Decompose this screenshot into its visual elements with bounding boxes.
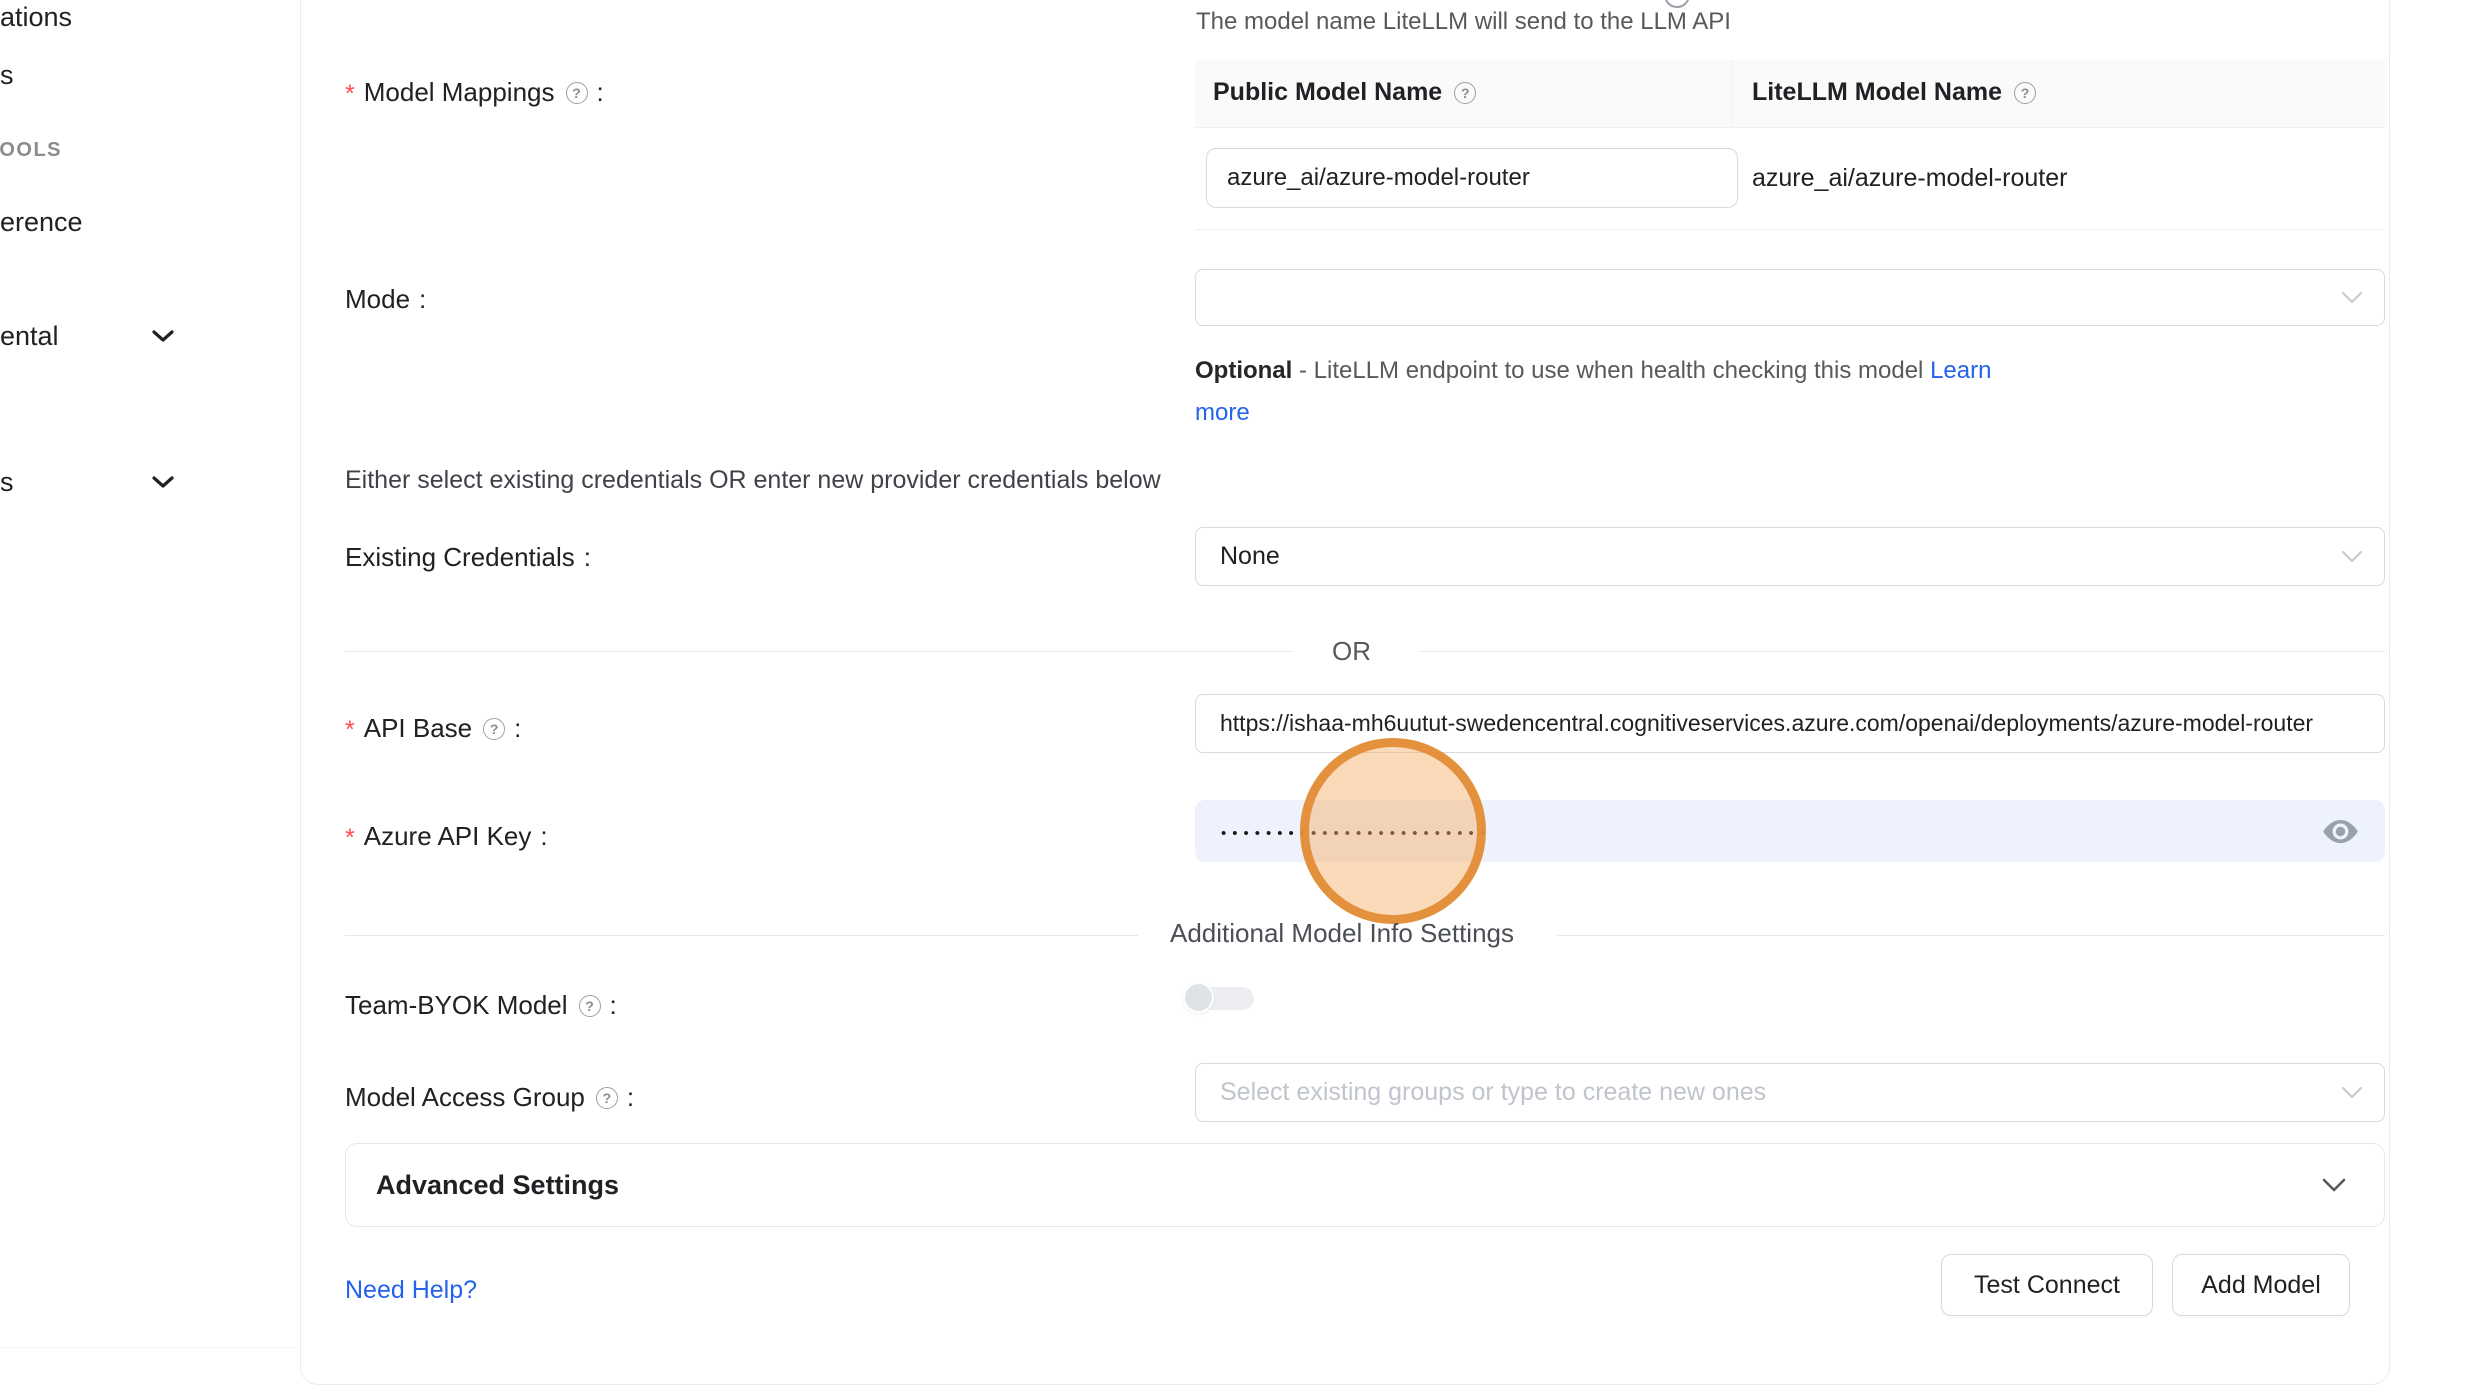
additional-divider-line-left [345,935,1138,936]
azure-api-key-label: * Azure API Key : [345,820,548,853]
question-icon[interactable]: ? [483,718,505,740]
question-icon[interactable]: ? [566,82,588,104]
litellm-model-name-value: azure_ai/azure-model-router [1752,164,2067,193]
test-connect-button[interactable]: Test Connect [1941,1254,2153,1316]
model-access-group-label: Model Access Group ? : [345,1082,634,1113]
table-column-divider [1732,60,1733,128]
mode-select[interactable] [1195,269,2385,326]
chevron-down-icon [150,473,176,491]
chevron-down-icon [2340,549,2364,565]
mode-helper-text: Optional - LiteLLM endpoint to use when … [1195,350,2025,434]
chevron-down-icon [2320,1176,2348,1194]
sidebar-item-organizations[interactable]: ations [0,2,72,33]
additional-divider-line-right [1557,935,2385,936]
api-base-label: * API Base ? : [345,712,521,745]
question-icon[interactable]: ? [1454,82,1476,104]
team-byok-label: Team-BYOK Model ? : [345,990,617,1021]
required-marker: * [345,824,355,853]
sidebar-item-reference[interactable]: erence [0,207,83,238]
team-byok-toggle[interactable] [1183,982,1257,1014]
question-icon[interactable]: ? [2014,82,2036,104]
click-highlight [1300,738,1486,924]
required-marker: * [345,716,355,745]
eye-icon[interactable] [2322,818,2359,845]
chevron-down-icon [2340,290,2364,306]
table-row-divider [1195,229,2385,230]
toggle-knob [1183,982,1214,1013]
question-icon[interactable]: ? [596,1087,618,1109]
model-access-group-select[interactable]: Select existing groups or type to create… [1195,1063,2385,1122]
mode-label: Mode : [345,284,426,315]
credentials-note: Either select existing credentials OR en… [345,466,1161,495]
additional-divider-text: Additional Model Info Settings [1170,918,1514,949]
chevron-down-icon [150,327,176,345]
model-name-helper-text: The model name LiteLLM will send to the … [1196,8,1731,36]
or-divider-line-left [345,651,1292,652]
sidebar-item-5[interactable]: s [0,467,14,498]
or-divider-line-right [1420,651,2385,652]
existing-credentials-select[interactable]: None [1195,527,2385,586]
or-divider-text: OR [1332,636,1371,667]
add-model-button[interactable]: Add Model [2172,1254,2350,1316]
add-model-form-page: { "ui": { "colon": ":", "required_marker… [0,0,2477,1385]
question-icon[interactable]: ? [579,995,601,1017]
public-model-name-input[interactable]: azure_ai/azure-model-router [1206,148,1738,208]
sidebar-divider [0,1347,300,1348]
sidebar-section-tools: TOOLS [0,139,62,162]
sidebar-item-1[interactable]: s [0,60,14,91]
sidebar-item-experimental[interactable]: ental [0,321,59,352]
advanced-settings-expander[interactable]: Advanced Settings [345,1143,2385,1227]
need-help-link[interactable]: Need Help? [345,1276,477,1305]
col-header-public-model-name: Public Model Name ? [1213,78,1476,107]
col-header-litellm-model-name: LiteLLM Model Name ? [1752,78,2036,107]
model-mappings-label: * Model Mappings ? : [345,76,604,109]
existing-credentials-label: Existing Credentials : [345,542,591,573]
required-marker: * [345,80,355,109]
chevron-down-icon [2340,1085,2364,1101]
